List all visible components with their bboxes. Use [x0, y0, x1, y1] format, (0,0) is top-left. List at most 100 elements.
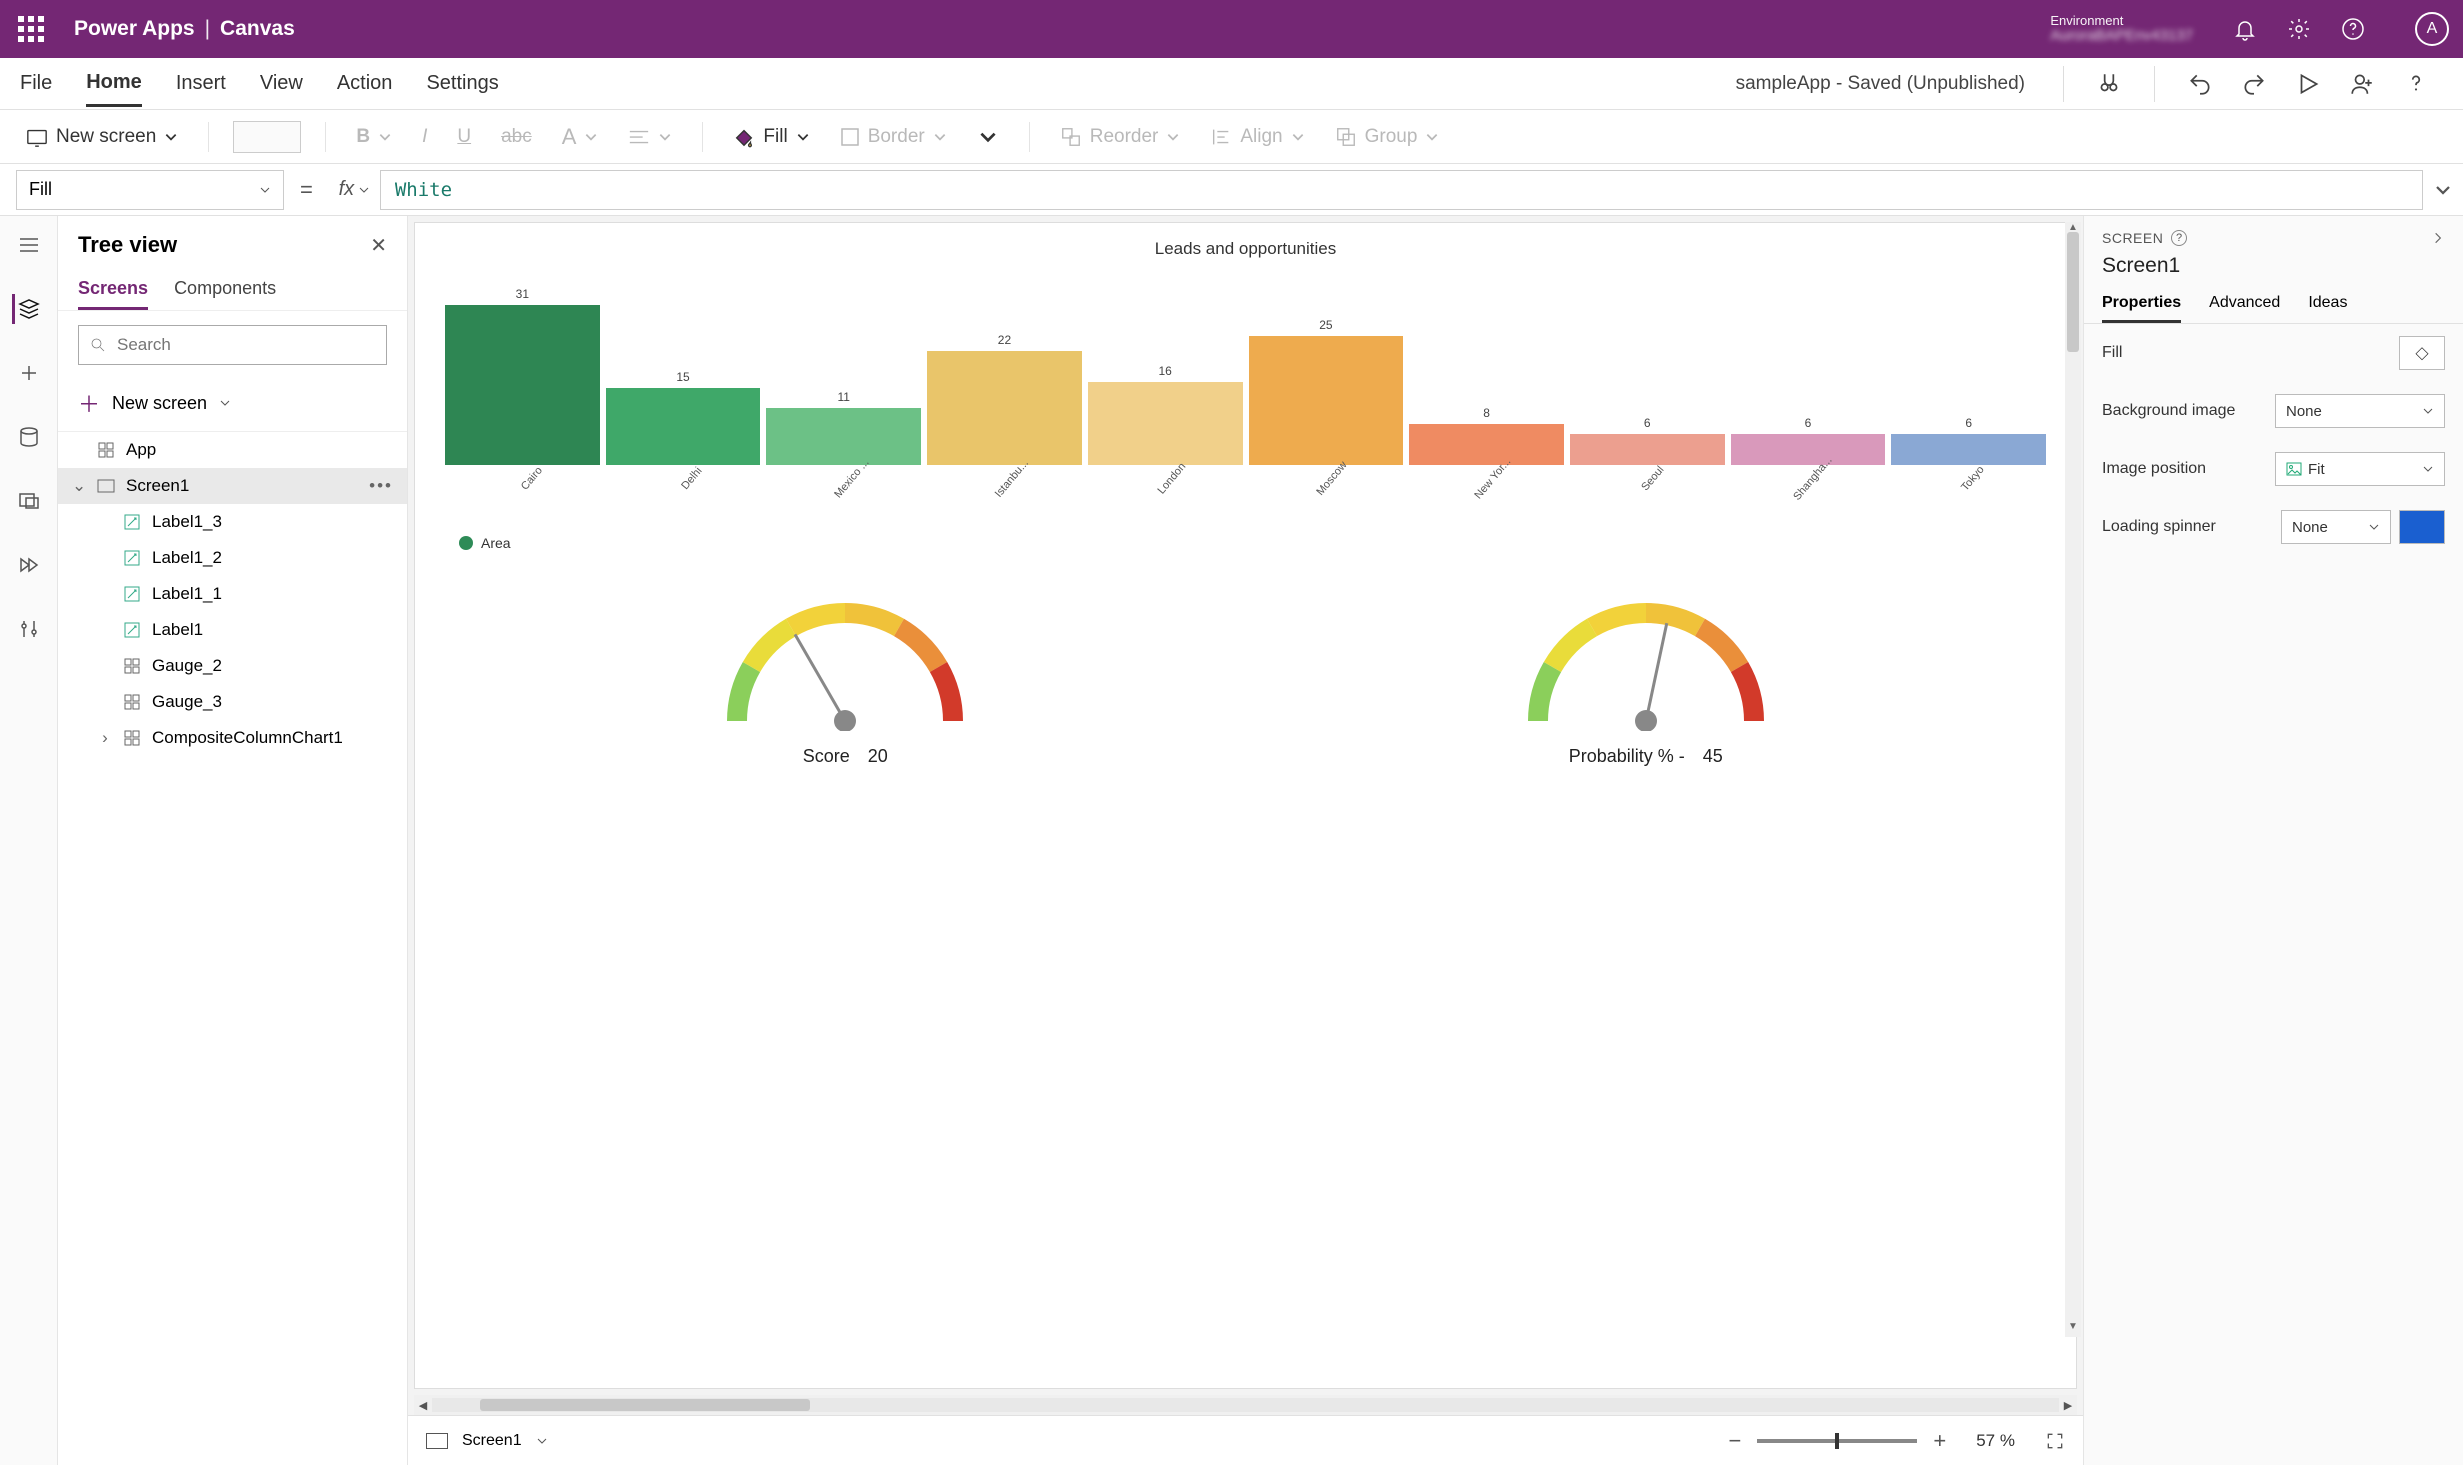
rail-data-icon[interactable] [14, 422, 44, 452]
prop-fill-value[interactable] [2399, 336, 2445, 370]
scroll-down-icon[interactable]: ▼ [2065, 1321, 2081, 1337]
tab-view[interactable]: View [260, 62, 303, 105]
prop-bgimage-label: Background image [2102, 402, 2235, 420]
gear-icon[interactable] [2287, 17, 2311, 41]
fullscreen-icon[interactable] [2045, 1431, 2065, 1451]
gauge-score[interactable]: Score20 [715, 581, 975, 767]
toolbar-overflow[interactable] [971, 122, 1005, 152]
tree-view-title: Tree view [78, 232, 177, 258]
bell-icon[interactable] [2233, 17, 2257, 41]
search-input[interactable] [117, 335, 376, 355]
bold-button[interactable]: B [350, 122, 398, 152]
gauge-probability[interactable]: Probability % -45 [1516, 581, 1776, 767]
property-selector[interactable]: Fill [16, 170, 284, 210]
prop-bgimage-select[interactable]: None [2275, 394, 2445, 428]
tree-node-screen1[interactable]: ⌄ Screen1 ••• [58, 468, 407, 504]
tree-node[interactable]: Label1 [58, 612, 407, 648]
tab-settings[interactable]: Settings [426, 62, 498, 105]
share-icon[interactable] [2349, 71, 2375, 97]
zoom-out-button[interactable]: − [1729, 1428, 1742, 1454]
tab-action[interactable]: Action [337, 62, 393, 105]
chevron-right-icon[interactable]: › [98, 728, 112, 748]
tree-node[interactable]: Label1_1 [58, 576, 407, 612]
more-icon[interactable]: ••• [369, 476, 393, 496]
tree-tab-screens[interactable]: Screens [78, 270, 148, 310]
control-icon [122, 548, 142, 568]
scroll-thumb[interactable] [2067, 232, 2079, 352]
new-screen-button[interactable]: New screen [20, 122, 184, 152]
canvas-vscrollbar[interactable]: ▲ ▼ [2065, 222, 2081, 1337]
formula-bar: Fill = fx [0, 164, 2463, 216]
scroll-right-icon[interactable]: ▶ [2059, 1399, 2077, 1412]
play-icon[interactable] [2295, 71, 2321, 97]
props-tab-advanced[interactable]: Advanced [2209, 286, 2280, 323]
zoom-in-button[interactable]: + [1933, 1428, 1946, 1454]
redo-icon[interactable] [2241, 71, 2267, 97]
scroll-thumb[interactable] [480, 1399, 810, 1411]
canvas-hscrollbar[interactable]: ◀ ▶ [414, 1395, 2077, 1415]
current-screen-label[interactable]: Screen1 [462, 1432, 522, 1450]
canvas[interactable]: Leads and opportunities 3115112216258666… [414, 222, 2077, 1389]
environment-value: AuroraBAPEnv43137 [2050, 28, 2193, 45]
rail-advanced-tools-icon[interactable] [14, 614, 44, 644]
environment-picker[interactable]: Environment AuroraBAPEnv43137 [2036, 14, 2193, 45]
canvas-stage: Leads and opportunities 3115112216258666… [408, 216, 2083, 1465]
prop-spinner-label: Loading spinner [2102, 518, 2216, 536]
fill-button[interactable]: Fill [727, 122, 815, 152]
tree-search[interactable] [78, 325, 387, 365]
props-tab-properties[interactable]: Properties [2102, 286, 2181, 323]
font-color-button[interactable]: A [556, 120, 605, 154]
app-checker-icon[interactable] [2096, 71, 2122, 97]
column-chart[interactable]: 3115112216258666 CairoDelhiMexico ...Ist… [445, 269, 2046, 499]
reorder-button[interactable]: Reorder [1054, 122, 1187, 152]
tree-node[interactable]: Label1_3 [58, 504, 407, 540]
text-align-button[interactable] [622, 124, 678, 150]
user-avatar[interactable]: A [2415, 12, 2449, 46]
help-badge-icon[interactable]: ? [2171, 230, 2187, 246]
tree-node[interactable]: Gauge_3 [58, 684, 407, 720]
tab-insert[interactable]: Insert [176, 62, 226, 105]
rail-insert-icon[interactable] [14, 358, 44, 388]
chevron-right-icon[interactable] [2431, 231, 2445, 245]
chevron-down-icon[interactable] [536, 1435, 548, 1447]
chevron-down-icon [219, 397, 231, 409]
close-icon[interactable]: ✕ [370, 233, 387, 258]
chevron-down-icon[interactable]: ⌄ [72, 476, 86, 496]
align-button[interactable]: Align [1204, 122, 1310, 152]
screen-icon [96, 476, 116, 496]
zoom-slider[interactable] [1757, 1439, 1917, 1443]
tree-node-app[interactable]: App [58, 432, 407, 468]
font-size-box[interactable] [233, 121, 301, 153]
help-icon[interactable] [2341, 17, 2365, 41]
prop-spinner-select[interactable]: None [2281, 510, 2391, 544]
rail-hamburger-icon[interactable] [14, 230, 44, 260]
props-tab-ideas[interactable]: Ideas [2308, 286, 2347, 323]
tab-home[interactable]: Home [86, 61, 142, 107]
tree-new-screen[interactable]: ＋ New screen [58, 379, 407, 432]
save-status: sampleApp - Saved (Unpublished) [1736, 73, 2025, 95]
rail-media-icon[interactable] [14, 486, 44, 516]
control-icon [122, 512, 142, 532]
tree-view-panel: Tree view ✕ Screens Components ＋ New scr… [58, 216, 408, 1465]
tree-node[interactable]: Label1_2 [58, 540, 407, 576]
group-button[interactable]: Group [1329, 122, 1446, 152]
undo-icon[interactable] [2187, 71, 2213, 97]
fx-button[interactable]: fx [329, 170, 381, 210]
tab-file[interactable]: File [20, 62, 52, 105]
tree-tab-components[interactable]: Components [174, 270, 276, 310]
prop-imgpos-select[interactable]: Fit [2275, 452, 2445, 486]
tree-node[interactable]: Gauge_2 [58, 648, 407, 684]
prop-spinner-color[interactable] [2399, 510, 2445, 544]
underline-button[interactable]: U [451, 122, 477, 152]
rail-power-automate-icon[interactable] [14, 550, 44, 580]
formula-input[interactable] [381, 170, 2423, 210]
strikethrough-button[interactable]: abc [495, 122, 538, 152]
rail-tree-view-icon[interactable] [12, 294, 42, 324]
help-ribbon-icon[interactable] [2403, 71, 2429, 97]
italic-button[interactable]: I [416, 122, 433, 152]
border-button[interactable]: Border [834, 122, 953, 152]
tree-node[interactable]: ›CompositeColumnChart1 [58, 720, 407, 756]
app-launcher-icon[interactable] [14, 12, 48, 46]
formula-expand-icon[interactable] [2423, 181, 2463, 199]
scroll-left-icon[interactable]: ◀ [414, 1399, 432, 1412]
